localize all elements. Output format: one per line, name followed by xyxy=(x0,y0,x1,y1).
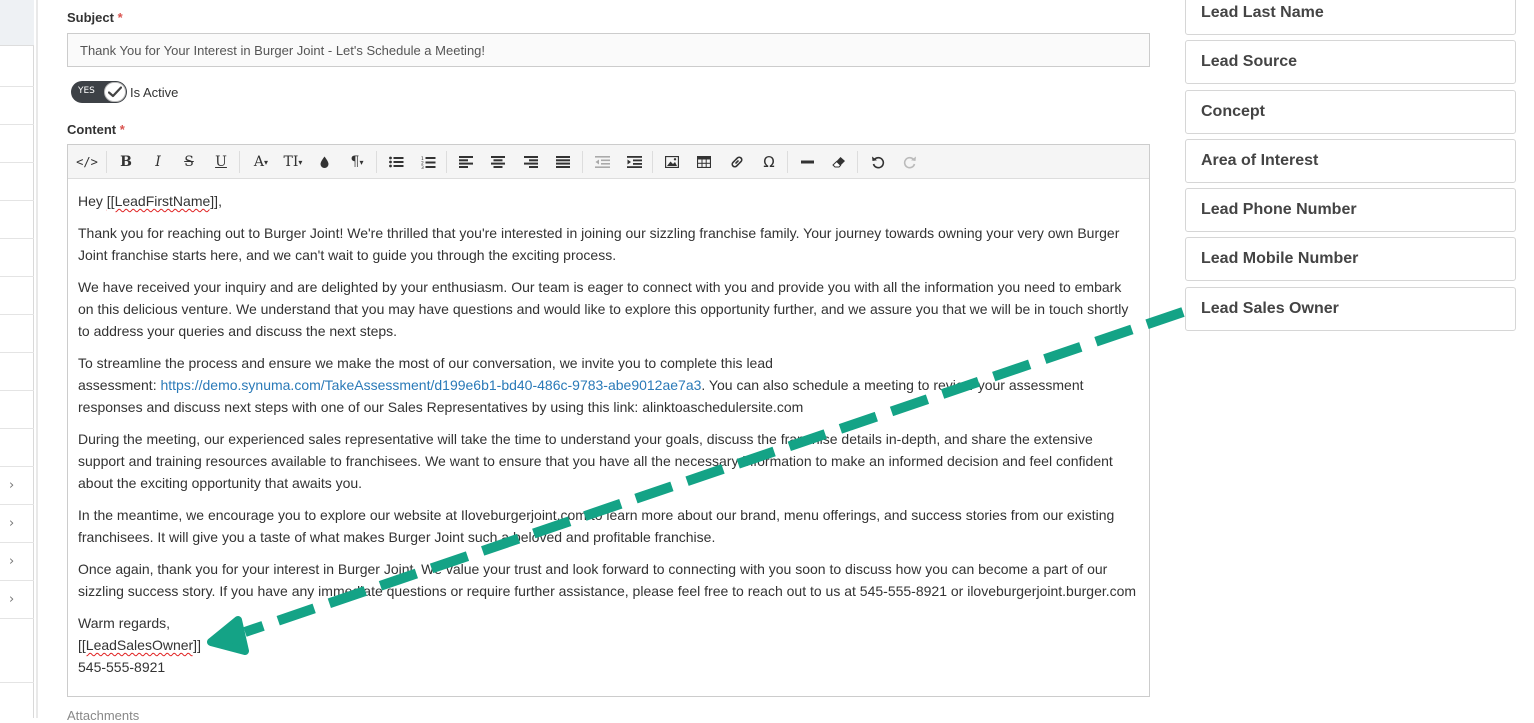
sidebar-divider xyxy=(0,390,34,391)
sidebar-divider xyxy=(0,352,34,353)
sidebar-divider xyxy=(0,276,34,277)
indent-icon[interactable] xyxy=(624,151,644,173)
rich-text-editor[interactable]: </> B I S U A ▾ TI ▾ ¶ ▾ 123 Ω Hey [[Lea… xyxy=(67,144,1150,697)
sidebar-divider xyxy=(0,162,34,163)
attachments-label: Attachments xyxy=(67,708,140,723)
sidebar-divider xyxy=(0,428,34,429)
toolbar-separator xyxy=(857,151,858,173)
check-icon xyxy=(104,82,126,102)
highlight-drop-icon[interactable] xyxy=(316,151,332,173)
email-paragraph: Thank you for reaching out to Burger Joi… xyxy=(78,225,1120,263)
font-size-icon[interactable]: TI ▾ xyxy=(279,151,307,173)
sidebar-divider xyxy=(0,314,34,315)
email-signature: Warm regards, [[LeadSalesOwner]] 545-555-8… xyxy=(78,615,201,675)
bullet-list-icon[interactable] xyxy=(386,151,406,173)
sidebar-header xyxy=(0,0,34,46)
underline-icon[interactable]: U xyxy=(211,151,231,173)
lead-sales-owner-token: [[LeadSalesOwner]] xyxy=(78,637,201,653)
svg-text:3: 3 xyxy=(421,165,424,169)
toolbar-separator xyxy=(582,151,583,173)
sidebar-divider xyxy=(0,580,34,581)
font-color-icon[interactable]: A ▾ xyxy=(248,151,274,173)
sidebar-divider xyxy=(0,542,34,543)
merge-field-area-of-interest[interactable]: Area of Interest xyxy=(1185,139,1516,183)
sidebar-divider xyxy=(0,200,34,201)
chevron-right-icon[interactable]: › xyxy=(9,555,21,569)
merge-field-concept[interactable]: Concept xyxy=(1185,90,1516,134)
editor-content[interactable]: Hey [[LeadFirstName]], Thank you for rea… xyxy=(68,179,1149,678)
bold-icon[interactable]: B xyxy=(116,151,136,173)
toolbar-separator xyxy=(106,151,107,173)
numbered-list-icon[interactable]: 123 xyxy=(418,151,438,173)
is-active-toggle[interactable]: YES xyxy=(71,81,127,103)
email-paragraph: In the meantime, we encourage you to exp… xyxy=(78,507,1115,545)
sidebar-divider xyxy=(0,504,34,505)
insert-image-icon[interactable] xyxy=(662,151,682,173)
email-paragraph: Once again, thank you for your interest … xyxy=(78,561,1137,599)
left-sidebar: › › › › xyxy=(0,0,34,718)
special-characters-icon[interactable]: Ω xyxy=(759,151,779,173)
toolbar-separator xyxy=(446,151,447,173)
align-right-icon[interactable] xyxy=(521,151,541,173)
sidebar-divider xyxy=(0,86,34,87)
email-paragraph: We have received your inquiry and are de… xyxy=(78,279,1129,339)
insert-link-icon[interactable] xyxy=(727,151,747,173)
email-paragraph: During the meeting, our experienced sale… xyxy=(78,431,1113,491)
undo-icon[interactable] xyxy=(868,151,888,173)
justify-icon[interactable] xyxy=(553,151,573,173)
toolbar-separator xyxy=(376,151,377,173)
sidebar-divider xyxy=(0,124,34,125)
chevron-right-icon[interactable]: › xyxy=(9,479,21,493)
content-label: Content * xyxy=(67,122,125,137)
chevron-right-icon[interactable]: › xyxy=(9,593,21,607)
merge-field-lead-sales-owner[interactable]: Lead Sales Owner xyxy=(1185,287,1516,331)
toolbar-separator xyxy=(239,151,240,173)
merge-field-lead-mobile-number[interactable]: Lead Mobile Number xyxy=(1185,237,1516,281)
align-center-icon[interactable] xyxy=(488,151,508,173)
email-greeting: Hey [[LeadFirstName]], xyxy=(78,193,222,209)
toolbar-separator xyxy=(652,151,653,173)
strikethrough-icon[interactable]: S xyxy=(179,151,199,173)
toolbar-separator xyxy=(787,151,788,173)
align-left-icon[interactable] xyxy=(456,151,476,173)
horizontal-line-icon[interactable] xyxy=(797,151,817,173)
subject-label: Subject * xyxy=(67,10,123,25)
panel-divider xyxy=(36,0,38,718)
sidebar-divider xyxy=(0,618,34,619)
merge-field-lead-source[interactable]: Lead Source xyxy=(1185,40,1516,84)
merge-field-lead-last-name[interactable]: Lead Last Name xyxy=(1185,0,1516,35)
lead-first-name-token: [[LeadFirstName]] xyxy=(106,193,219,209)
sidebar-divider xyxy=(0,238,34,239)
chevron-right-icon[interactable]: › xyxy=(9,517,21,531)
sidebar-divider xyxy=(0,466,34,467)
editor-toolbar: </> B I S U A ▾ TI ▾ ¶ ▾ 123 Ω xyxy=(68,145,1149,179)
redo-icon[interactable] xyxy=(900,151,920,173)
is-active-label: Is Active xyxy=(130,85,179,100)
assessment-link[interactable]: https://demo.synuma.com/TakeAssessment/d… xyxy=(160,377,701,393)
merge-field-lead-phone-number[interactable]: Lead Phone Number xyxy=(1185,188,1516,232)
insert-table-icon[interactable] xyxy=(694,151,714,173)
clear-formatting-icon[interactable] xyxy=(829,151,849,173)
toggle-yes-text: YES xyxy=(78,86,95,96)
outdent-icon[interactable] xyxy=(592,151,612,173)
subject-input[interactable] xyxy=(67,33,1150,67)
italic-icon[interactable]: I xyxy=(148,151,168,173)
paragraph-format-icon[interactable]: ¶ ▾ xyxy=(344,151,370,173)
code-view-icon[interactable]: </> xyxy=(76,151,98,173)
sidebar-divider xyxy=(0,682,34,683)
email-paragraph-assessment: To streamline the process and ensure we … xyxy=(78,355,1084,415)
